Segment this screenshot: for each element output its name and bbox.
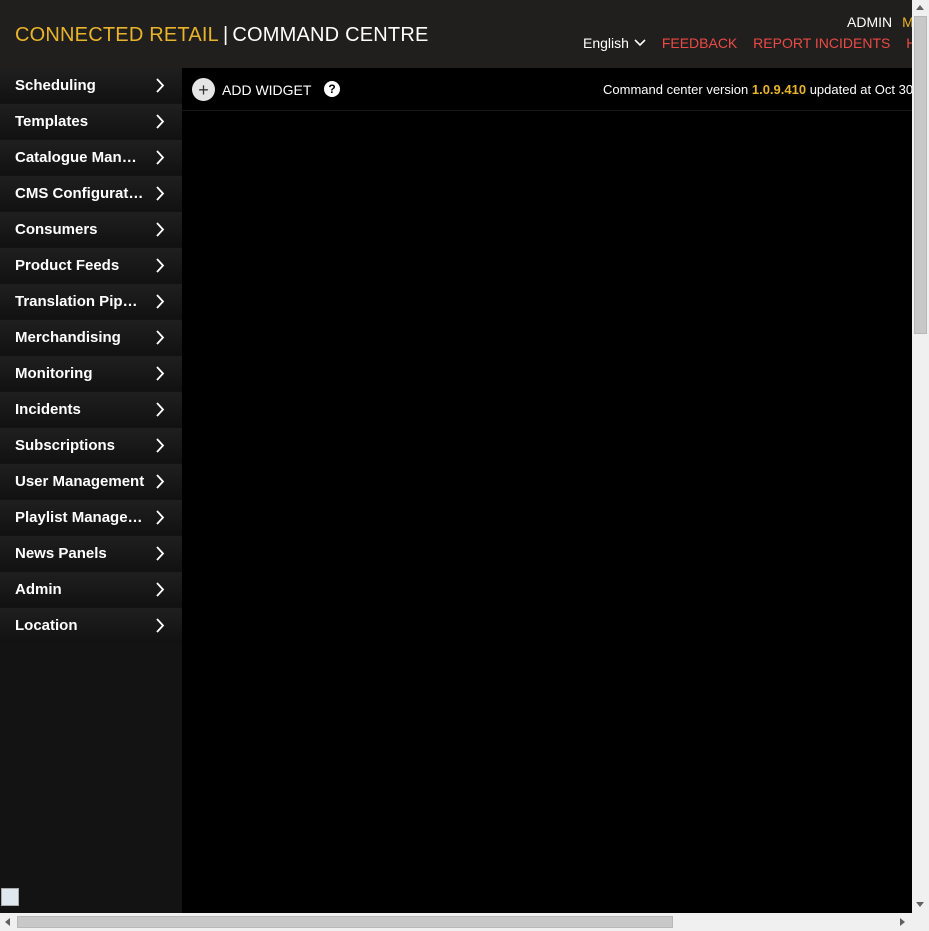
feedback-link[interactable]: FEEDBACK (662, 35, 737, 51)
sidebar-item-label: Templates (15, 113, 89, 130)
sidebar-item-label: Location (15, 617, 78, 634)
chevron-right-icon (156, 618, 165, 633)
sidebar-item-label: Admin (15, 581, 62, 598)
help-icon[interactable]: ? (324, 81, 340, 97)
sidebar-item-consumers[interactable]: Consumers (0, 212, 182, 247)
chevron-right-icon (156, 294, 165, 309)
broken-image-icon (1, 888, 19, 906)
chevron-right-icon (156, 114, 165, 129)
horizontal-scroll-thumb[interactable] (17, 916, 673, 928)
top-navigation: English FEEDBACK REPORT INCIDENTS HEL (583, 35, 929, 51)
version-number: 1.0.9.410 (751, 82, 807, 97)
sidebar-item-user-management[interactable]: User Management (0, 464, 182, 499)
sidebar-item-label: Merchandising (15, 329, 121, 346)
sidebar-item-label: CMS Configuratio… (15, 185, 145, 202)
report-incidents-link[interactable]: REPORT INCIDENTS (753, 35, 890, 51)
scrollbar-corner (912, 913, 929, 931)
brand-secondary: COMMAND CENTRE (232, 24, 429, 46)
app-header: CONNECTED RETAIL | COMMAND CENTRE ADMIN M E… (0, 0, 929, 68)
user-menu[interactable]: ADMIN M (847, 14, 914, 30)
sidebar-item-cms-configuration[interactable]: CMS Configuratio… (0, 176, 182, 211)
chevron-right-icon (156, 78, 165, 93)
sidebar-item-monitoring[interactable]: Monitoring (0, 356, 182, 391)
user-label[interactable]: ADMIN (847, 14, 892, 30)
scroll-right-arrow-icon[interactable] (900, 918, 905, 926)
chevron-right-icon (156, 366, 165, 381)
sidebar-item-label: Consumers (15, 221, 98, 238)
sidebar-item-admin[interactable]: Admin (0, 572, 182, 607)
chevron-down-icon (634, 39, 646, 47)
sidebar-item-news-panels[interactable]: News Panels (0, 536, 182, 571)
chevron-right-icon (156, 150, 165, 165)
brand-primary: CONNECTED RETAIL (15, 24, 219, 46)
sidebar-item-location[interactable]: Location (0, 608, 182, 643)
vertical-scrollbar[interactable] (912, 0, 929, 913)
sidebar-item-translation-pipeline[interactable]: Translation Pipeli… (0, 284, 182, 319)
plus-icon: + (192, 78, 215, 101)
version-suffix: updated at Oct 30, (809, 82, 917, 97)
chevron-right-icon (156, 438, 165, 453)
sidebar-item-templates[interactable]: Templates (0, 104, 182, 139)
sidebar-item-merchandising[interactable]: Merchandising (0, 320, 182, 355)
scroll-left-arrow-icon[interactable] (5, 918, 10, 926)
sidebar-item-incidents[interactable]: Incidents (0, 392, 182, 427)
sidebar-item-subscriptions[interactable]: Subscriptions (0, 428, 182, 463)
version-prefix: Command center version (603, 82, 749, 97)
chevron-right-icon (156, 546, 165, 561)
chevron-right-icon (156, 474, 165, 489)
language-label: English (583, 35, 629, 51)
chevron-right-icon (156, 330, 165, 345)
dashboard-toolbar: + ADD WIDGET ? Command center version 1.… (182, 68, 917, 111)
chevron-right-icon (156, 186, 165, 201)
sidebar-item-label: News Panels (15, 545, 107, 562)
sidebar-item-label: Product Feeds (15, 257, 120, 274)
chevron-right-icon (156, 582, 165, 597)
chevron-right-icon (156, 222, 165, 237)
sidebar-item-label: Playlist Manage… (15, 509, 143, 526)
sidebar-item-product-feeds[interactable]: Product Feeds (0, 248, 182, 283)
scroll-down-arrow-icon[interactable] (916, 902, 924, 907)
widget-canvas (182, 112, 912, 913)
sidebar-item-catalogue-management[interactable]: Catalogue Manag… (0, 140, 182, 175)
chevron-right-icon (156, 510, 165, 525)
chevron-right-icon (156, 402, 165, 417)
add-widget-label: ADD WIDGET (222, 81, 312, 98)
brand-separator: | (222, 24, 229, 46)
main-content: + ADD WIDGET ? Command center version 1.… (182, 68, 917, 913)
chevron-right-icon (156, 258, 165, 273)
sidebar-item-label: Scheduling (15, 77, 96, 94)
sidebar-item-label: Monitoring (15, 365, 93, 382)
add-widget-button[interactable]: + ADD WIDGET (192, 78, 311, 101)
vertical-scroll-thumb[interactable] (914, 16, 927, 334)
sidebar-item-label: Catalogue Manag… (15, 149, 145, 166)
sidebar-item-label: Translation Pipeli… (15, 293, 145, 310)
sidebar-item-label: User Management (15, 473, 145, 490)
sidebar-item-label: Incidents (15, 401, 81, 418)
sidebar-item-playlist-management[interactable]: Playlist Manage… (0, 500, 182, 535)
sidebar-item-label: Subscriptions (15, 437, 116, 454)
language-selector[interactable]: English (583, 35, 646, 51)
scroll-up-arrow-icon[interactable] (916, 5, 924, 10)
horizontal-scrollbar[interactable] (0, 913, 912, 931)
sidebar-nav: Scheduling Templates Catalogue Manag… CM… (0, 68, 182, 913)
sidebar-item-scheduling[interactable]: Scheduling (0, 68, 182, 103)
brand-title[interactable]: CONNECTED RETAIL | COMMAND CENTRE (15, 24, 429, 47)
version-info: Command center version 1.0.9.410 updated… (603, 82, 917, 97)
